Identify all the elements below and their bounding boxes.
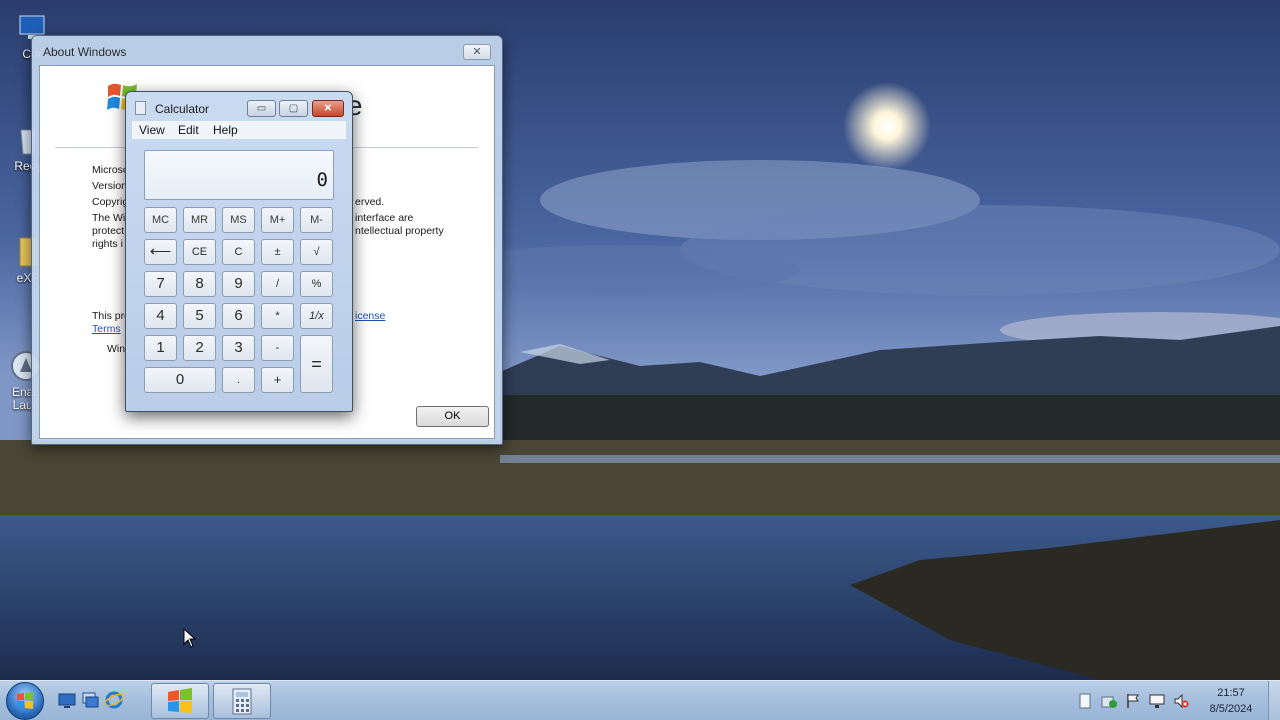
mouse-cursor-icon <box>183 628 197 648</box>
ok-button[interactable]: OK <box>416 406 489 427</box>
security-icon[interactable] <box>1101 693 1117 709</box>
equals-button[interactable]: = <box>300 335 333 393</box>
show-desktop-icon[interactable] <box>58 691 76 709</box>
clock-time: 21:57 <box>1217 687 1245 699</box>
digit-7-button[interactable]: 7 <box>144 271 177 297</box>
digit-9-button[interactable]: 9 <box>222 271 255 297</box>
info-line: Version <box>92 180 128 192</box>
calculator-app-icon <box>135 101 146 115</box>
menu-help[interactable]: Help <box>213 123 238 137</box>
volume-muted-icon[interactable] <box>1173 693 1189 709</box>
info-line: erved. <box>355 196 385 208</box>
add-button[interactable]: + <box>261 367 294 393</box>
mc-button[interactable]: MC <box>144 207 177 233</box>
m-minus-button[interactable]: M- <box>300 207 333 233</box>
clock-date: 8/5/2024 <box>1209 703 1253 715</box>
digit-2-button[interactable]: 2 <box>183 335 216 361</box>
info-line: ntellectual property <box>355 225 444 237</box>
system-clock[interactable]: 21:57 8/5/2024 <box>1201 685 1261 717</box>
calculator-window[interactable]: Calculator ▭ ▢ ✕ View Edit Help 0 MC MR … <box>125 91 353 412</box>
close-button[interactable]: ✕ <box>312 100 344 117</box>
display-value: 0 <box>316 169 328 191</box>
digit-5-button[interactable]: 5 <box>183 303 216 329</box>
window-title: Calculator <box>155 102 210 116</box>
taskbar: 21:57 8/5/2024 <box>0 680 1280 720</box>
sqrt-button[interactable]: √ <box>300 239 333 265</box>
menu-bar: View Edit Help <box>132 121 346 139</box>
windows-logo-icon <box>168 688 192 713</box>
terms-link[interactable]: Terms <box>92 323 121 335</box>
percent-button[interactable]: % <box>300 271 333 297</box>
clear-button[interactable]: C <box>222 239 255 265</box>
digit-3-button[interactable]: 3 <box>222 335 255 361</box>
switch-windows-icon[interactable] <box>81 691 99 709</box>
close-button[interactable]: ✕ <box>463 44 491 60</box>
info-line: rights i <box>92 238 123 250</box>
info-line: The Wi <box>92 212 126 224</box>
digit-0-button[interactable]: 0 <box>144 367 216 393</box>
start-button[interactable] <box>6 682 44 720</box>
windows-logo-icon <box>17 692 33 709</box>
multiply-button[interactable]: * <box>261 303 294 329</box>
ce-button[interactable]: CE <box>183 239 216 265</box>
info-line: protect <box>92 225 125 237</box>
subtract-button[interactable]: - <box>261 335 294 361</box>
menu-view[interactable]: View <box>139 123 165 137</box>
taskbar-button-about-windows[interactable] <box>151 683 209 719</box>
reciprocal-button[interactable]: 1/x <box>300 303 333 329</box>
calculator-icon <box>232 688 252 715</box>
taskbar-button-calculator[interactable] <box>213 683 271 719</box>
maximize-button[interactable]: ▢ <box>279 100 308 117</box>
m-plus-button[interactable]: M+ <box>261 207 294 233</box>
divide-button[interactable]: / <box>261 271 294 297</box>
info-line: Microso <box>92 164 129 176</box>
plus-minus-button[interactable]: ± <box>261 239 294 265</box>
show-desktop-button[interactable] <box>1268 681 1280 720</box>
minimize-button[interactable]: ▭ <box>247 100 276 117</box>
calculator-display: 0 <box>144 150 334 200</box>
mr-button[interactable]: MR <box>183 207 216 233</box>
internet-explorer-icon[interactable] <box>105 691 123 709</box>
digit-1-button[interactable]: 1 <box>144 335 177 361</box>
digit-8-button[interactable]: 8 <box>183 271 216 297</box>
digit-6-button[interactable]: 6 <box>222 303 255 329</box>
digit-4-button[interactable]: 4 <box>144 303 177 329</box>
backspace-button[interactable]: ⟵ <box>144 239 177 265</box>
menu-edit[interactable]: Edit <box>178 123 199 137</box>
license-link[interactable]: icense <box>355 310 385 322</box>
flag-icon[interactable] <box>1125 693 1141 709</box>
info-line: interface are <box>355 212 414 224</box>
decimal-button[interactable]: . <box>222 367 255 393</box>
info-line: Copyrig <box>92 196 129 208</box>
network-icon[interactable] <box>1149 693 1165 709</box>
window-title: About Windows <box>43 45 127 59</box>
ms-button[interactable]: MS <box>222 207 255 233</box>
action-center-icon[interactable] <box>1077 693 1093 709</box>
